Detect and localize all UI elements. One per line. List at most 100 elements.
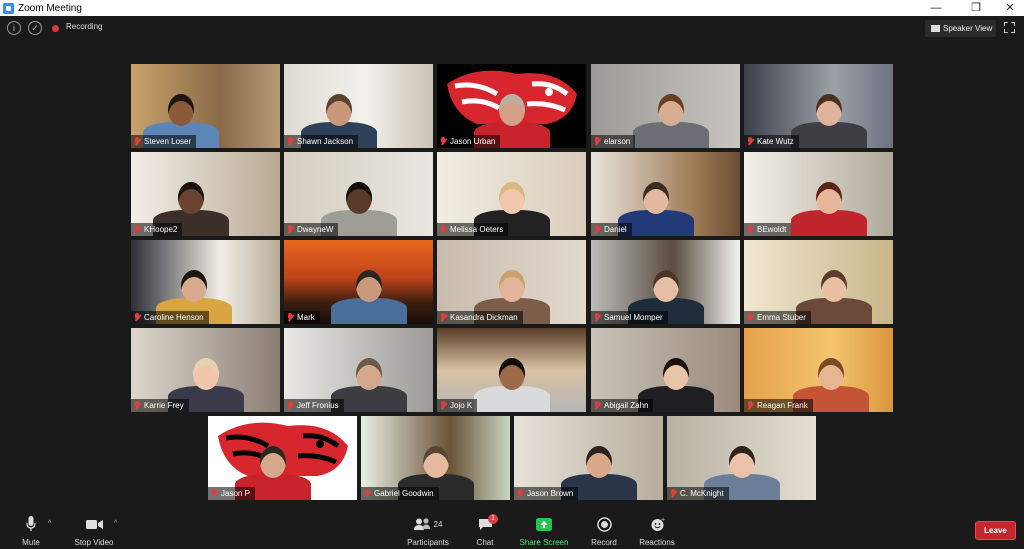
video-tile[interactable]: Mark <box>284 240 433 324</box>
video-tile[interactable]: Jason Brown <box>514 416 663 500</box>
video-tile[interactable]: Gabriel Goodwin <box>361 416 510 500</box>
video-tile[interactable]: BEwoldt <box>744 152 893 236</box>
participant-name: Mark <box>297 313 315 322</box>
muted-microphone-icon <box>134 225 140 234</box>
minimize-button[interactable]: — <box>916 0 956 16</box>
security-shield-icon[interactable]: ✓ <box>28 21 42 35</box>
muted-microphone-icon <box>287 401 293 410</box>
recording-dot-icon <box>52 25 59 32</box>
record-label: Record <box>591 538 617 547</box>
info-icon[interactable]: i <box>7 21 21 35</box>
participant-name-label: Mark <box>284 311 320 324</box>
muted-microphone-icon <box>747 401 753 410</box>
svg-text:+: + <box>661 517 665 523</box>
window-titlebar: Zoom Meeting — ❐ ✕ <box>0 0 1024 16</box>
muted-microphone-icon <box>134 137 140 146</box>
participant-name: Melissa Oeters <box>450 225 504 234</box>
participant-video <box>626 64 716 148</box>
muted-microphone-icon <box>747 225 753 234</box>
record-button[interactable]: Record <box>588 515 620 547</box>
muted-microphone-icon <box>440 401 446 410</box>
participant-video <box>467 328 557 412</box>
muted-microphone-icon <box>287 225 293 234</box>
stop-video-button[interactable]: Stop Video <box>70 515 118 547</box>
video-tile[interactable]: Abigail Zahn <box>591 328 740 412</box>
participant-name: BEwoldt <box>757 225 787 234</box>
meeting-toolbar: Mute ^ Stop Video ^ 24 Participants 1 Ch… <box>0 511 1024 549</box>
participant-name-label: Daniel <box>591 223 632 236</box>
video-tile[interactable]: KHoope2 <box>131 152 280 236</box>
video-tile[interactable]: C. McKnight <box>667 416 816 500</box>
view-grid-icon <box>931 25 940 32</box>
fullscreen-icon[interactable] <box>1004 22 1015 33</box>
participant-name-label: Jason Brown <box>514 487 579 500</box>
window-title: Zoom Meeting <box>18 2 82 14</box>
video-tile[interactable]: Reagan Frank <box>744 328 893 412</box>
speaker-view-button[interactable]: Speaker View <box>925 20 996 37</box>
close-button[interactable]: ✕ <box>990 0 1024 16</box>
participant-name-label: Jason P <box>208 487 255 500</box>
participant-name: Shawn Jackson <box>297 137 354 146</box>
participants-button[interactable]: 24 Participants <box>404 515 452 547</box>
video-tile[interactable]: Jason P <box>208 416 357 500</box>
video-tile[interactable]: Jason Urban <box>437 64 586 148</box>
video-tile[interactable]: Jeff Fronius <box>284 328 433 412</box>
video-tile[interactable]: Shawn Jackson <box>284 64 433 148</box>
muted-microphone-icon <box>287 137 293 146</box>
video-tile[interactable]: Samuel Momper <box>591 240 740 324</box>
participant-video <box>784 152 874 236</box>
participant-name-label: elarson <box>591 135 636 148</box>
zoom-logo-icon <box>3 2 14 14</box>
participant-name-label: Abigail Zahn <box>591 399 654 412</box>
muted-microphone-icon <box>517 489 523 498</box>
share-screen-label: Share Screen <box>519 538 569 547</box>
participant-name-label: Reagan Frank <box>744 399 813 412</box>
video-tile[interactable]: elarson <box>591 64 740 148</box>
video-tile[interactable]: Karrie Frey <box>131 328 280 412</box>
mute-label: Mute <box>22 538 40 547</box>
participant-name: DwayneW <box>297 225 334 234</box>
share-screen-button[interactable]: Share Screen <box>518 515 570 547</box>
reactions-button[interactable]: + Reactions <box>636 515 678 548</box>
participant-name-label: Emma Stuber <box>744 311 811 324</box>
muted-microphone-icon <box>134 313 140 322</box>
video-tile[interactable]: DwayneW <box>284 152 433 236</box>
speaker-view-label: Speaker View <box>943 24 993 33</box>
chat-unread-badge: 1 <box>488 514 498 524</box>
participant-name: Reagan Frank <box>757 401 808 410</box>
participant-name: Jason Brown <box>527 489 574 498</box>
reactions-label: Reactions <box>639 538 675 547</box>
muted-microphone-icon <box>747 313 753 322</box>
participant-name: C. McKnight <box>680 489 724 498</box>
mute-button[interactable]: Mute <box>16 515 46 547</box>
chat-button[interactable]: 1 Chat <box>470 514 500 547</box>
muted-microphone-icon <box>364 489 370 498</box>
audio-options-caret[interactable]: ^ <box>48 520 51 527</box>
video-tile[interactable]: Jojo K <box>437 328 586 412</box>
share-screen-icon <box>536 517 552 531</box>
participant-name-label: Karrie Frey <box>131 399 189 412</box>
participant-name-label: Shawn Jackson <box>284 135 359 148</box>
muted-microphone-icon <box>594 401 600 410</box>
microphone-icon <box>26 516 36 531</box>
video-tile[interactable]: Caroline Henson <box>131 240 280 324</box>
participant-name-label: Samuel Momper <box>591 311 668 324</box>
muted-microphone-icon <box>440 225 446 234</box>
video-options-caret[interactable]: ^ <box>114 520 117 527</box>
muted-microphone-icon <box>747 137 753 146</box>
participant-name: KHoope2 <box>144 225 178 234</box>
video-camera-icon <box>85 519 103 529</box>
muted-microphone-icon <box>594 225 600 234</box>
participant-video <box>324 240 414 324</box>
video-tile[interactable]: Melissa Oeters <box>437 152 586 236</box>
smiley-reaction-icon: + <box>651 517 665 531</box>
stop-video-label: Stop Video <box>74 538 114 547</box>
video-tile[interactable]: Daniel <box>591 152 740 236</box>
meeting-topbar: i ✓ Recording Speaker View <box>0 16 1024 40</box>
video-tile[interactable]: Kasandra Dickman <box>437 240 586 324</box>
participants-icon <box>413 518 430 530</box>
video-tile[interactable]: Emma Stuber <box>744 240 893 324</box>
video-tile[interactable]: Kate Wutz <box>744 64 893 148</box>
leave-meeting-button[interactable]: Leave <box>975 521 1016 540</box>
video-tile[interactable]: Steven Loser <box>131 64 280 148</box>
